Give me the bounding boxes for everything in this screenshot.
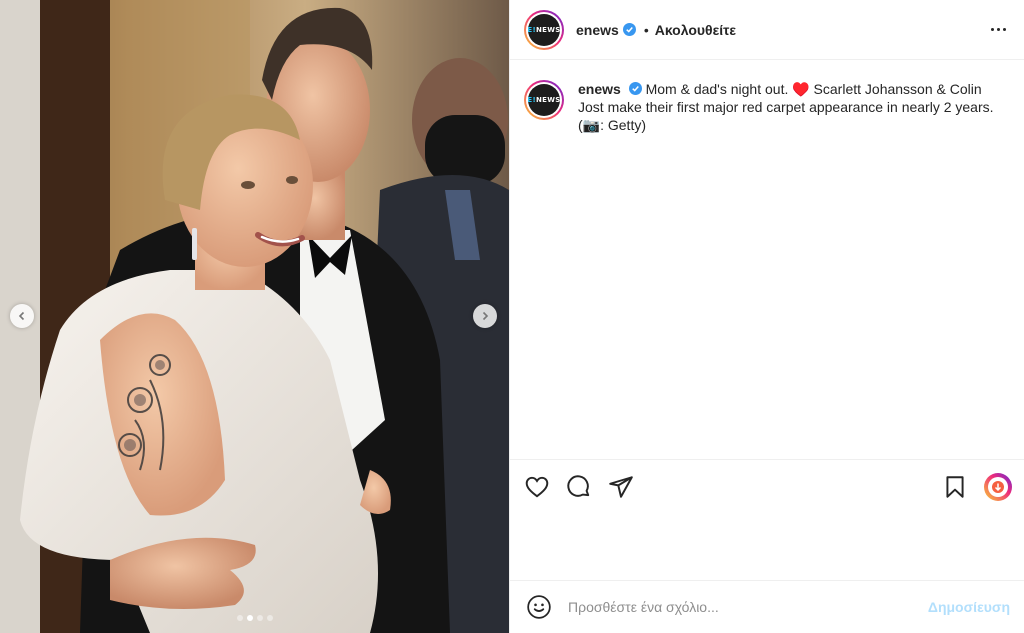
save-button[interactable]	[942, 474, 968, 500]
comment-input[interactable]	[568, 599, 928, 615]
caption-username[interactable]: enews	[578, 81, 621, 97]
chevron-right-icon	[482, 311, 489, 321]
previous-slide-button[interactable]	[10, 304, 34, 328]
more-options-icon	[991, 28, 994, 31]
carousel-dot-active	[246, 615, 253, 621]
smiley-icon	[527, 595, 551, 619]
post-photo	[0, 0, 509, 633]
carousel-dots	[0, 615, 509, 621]
verified-badge-icon	[628, 82, 642, 95]
more-options-button[interactable]	[989, 22, 1008, 37]
comments-section: E! NEWS enews Mom & dad's night out. ♥️ S…	[510, 60, 1024, 459]
caption-avatar[interactable]: E! NEWS	[524, 80, 564, 120]
share-button[interactable]	[608, 474, 634, 500]
comment-icon	[567, 475, 590, 497]
comment-bar: Δημοσίευση	[510, 580, 1024, 633]
verified-badge-icon	[622, 23, 636, 36]
boost-button[interactable]	[984, 473, 1012, 501]
enews-logo: E! NEWS	[527, 13, 560, 46]
publish-button[interactable]: Δημοσίευση	[928, 599, 1010, 615]
header-username[interactable]: enews	[576, 22, 619, 38]
carousel-dot	[256, 615, 263, 621]
paper-plane-icon	[609, 476, 633, 498]
likes-area	[510, 514, 1024, 580]
like-button[interactable]	[524, 474, 550, 500]
post-media[interactable]	[0, 0, 509, 633]
comment-button[interactable]	[566, 474, 592, 500]
chevron-left-icon	[18, 311, 25, 321]
separator-dot: •	[643, 21, 649, 38]
carousel-dot	[266, 615, 273, 621]
post-header: E! NEWS enews • Ακολουθείτε	[510, 0, 1024, 60]
post-panel: E! NEWS enews • Ακολουθείτε E! NEWS enews	[509, 0, 1024, 633]
action-bar	[510, 459, 1024, 514]
following-button[interactable]: Ακολουθείτε	[655, 22, 736, 38]
instagram-post: E! NEWS enews • Ακολουθείτε E! NEWS enews	[0, 0, 1024, 633]
emoji-button[interactable]	[526, 594, 552, 620]
avatar[interactable]: E! NEWS	[524, 9, 564, 50]
bookmark-icon	[946, 476, 964, 498]
enews-logo: E! NEWS	[527, 84, 560, 116]
carousel-dot	[236, 615, 243, 621]
next-slide-button[interactable]	[473, 304, 497, 328]
heart-icon	[525, 476, 549, 498]
post-caption: enews Mom & dad's night out. ♥️ Scarlett…	[578, 80, 1010, 134]
boost-icon	[992, 481, 1004, 493]
